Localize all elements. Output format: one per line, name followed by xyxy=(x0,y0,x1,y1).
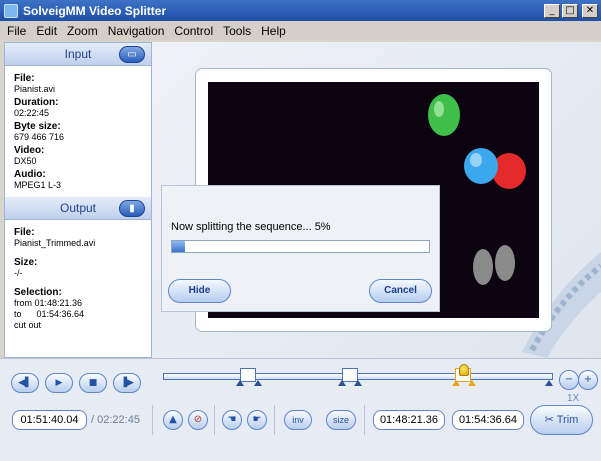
divider xyxy=(274,405,275,435)
menu-bar: File Edit Zoom Navigation Control Tools … xyxy=(0,21,601,40)
output-file-value: Pianist_Trimmed.avi xyxy=(14,238,96,248)
marker-end-time[interactable]: 01:54:36.64 xyxy=(452,410,524,430)
next-frame-button[interactable]: ▐▶ xyxy=(113,373,141,393)
audio-value: MPEG1 L-3 xyxy=(14,180,62,190)
current-time: 01:51:40.04 xyxy=(12,410,87,430)
timeline-track[interactable] xyxy=(163,373,553,380)
menu-file[interactable]: File xyxy=(2,24,31,38)
byte-size-label: Byte size: xyxy=(14,121,61,132)
input-info: File: Pianist.avi Duration: 02:22:45 Byt… xyxy=(5,66,151,197)
duration-value: 02:22:45 xyxy=(14,108,50,118)
open-folder-icon[interactable]: ▭ xyxy=(119,46,145,63)
trim-label: Trim xyxy=(556,414,579,426)
menu-tools[interactable]: Tools xyxy=(218,24,256,38)
selection-mode: cut out xyxy=(14,320,42,330)
set-marker-icon[interactable]: ▲ xyxy=(163,410,183,430)
video-value: DX50 xyxy=(14,156,37,166)
trim-button[interactable]: ✂ Trim xyxy=(530,405,593,435)
select-left-icon[interactable]: ☚ xyxy=(222,410,242,430)
cancel-button[interactable]: Cancel xyxy=(369,279,432,303)
video-label: Video: xyxy=(14,145,45,156)
prev-frame-button[interactable]: ◀▌ xyxy=(11,373,39,393)
output-header-label: Output xyxy=(59,201,97,215)
file-value: Pianist.avi xyxy=(14,84,56,94)
progress-fill xyxy=(172,241,185,252)
menu-navigation[interactable]: Navigation xyxy=(103,24,170,38)
byte-size-value: 679 466 716 xyxy=(14,132,65,142)
size-value: -/- xyxy=(14,268,23,278)
selection-start-tick xyxy=(452,380,460,386)
select-right-icon[interactable]: ☛ xyxy=(247,410,267,430)
splitting-progress-dialog: Now splitting the sequence... 5% Hide Ca… xyxy=(161,185,440,312)
selection-label: Selection: xyxy=(14,287,62,298)
zoom-out-button[interactable]: − xyxy=(559,370,579,390)
output-info: File: Pianist_Trimmed.avi Size: -/- Sele… xyxy=(5,220,151,337)
title-bar: SolveigMM Video Splitter _ □ ✕ xyxy=(0,0,601,21)
size-label: Size: xyxy=(14,257,38,268)
output-header: Output ▮ xyxy=(5,197,151,220)
marker-start-time[interactable]: 01:48:21.36 xyxy=(373,410,445,430)
total-time: / 02:22:45 xyxy=(91,414,140,426)
scissors-icon: ✂ xyxy=(544,414,554,426)
playhead-cursor[interactable] xyxy=(459,364,469,376)
close-button[interactable]: ✕ xyxy=(582,3,598,18)
menu-zoom[interactable]: Zoom xyxy=(62,24,103,38)
timeline-tick xyxy=(236,380,244,386)
timeline-tick xyxy=(338,380,346,386)
progress-bar xyxy=(171,240,430,253)
info-panel: Input ▭ File: Pianist.avi Duration: 02:2… xyxy=(4,42,152,358)
audio-label: Audio: xyxy=(14,169,46,180)
timeline-tick xyxy=(354,380,362,386)
duration-label: Duration: xyxy=(14,97,59,108)
selection-end-tick xyxy=(468,380,476,386)
save-disk-icon[interactable]: ▮ xyxy=(119,200,145,217)
menu-edit[interactable]: Edit xyxy=(31,24,62,38)
input-header: Input ▭ xyxy=(5,43,151,66)
window-title: SolveigMM Video Splitter xyxy=(23,3,167,18)
menu-help[interactable]: Help xyxy=(256,24,291,38)
zoom-level: 1X xyxy=(567,393,580,404)
app-icon xyxy=(4,3,18,18)
file-label: File: xyxy=(14,73,35,84)
stop-button[interactable]: ■ xyxy=(79,373,107,393)
size-button[interactable]: size xyxy=(326,410,356,430)
divider xyxy=(214,405,215,435)
output-file-label: File: xyxy=(14,227,35,238)
divider xyxy=(152,405,153,435)
selection-from: from 01:48:21.36 xyxy=(14,298,83,308)
divider xyxy=(364,405,365,435)
hide-button[interactable]: Hide xyxy=(168,279,231,303)
minimize-button[interactable]: _ xyxy=(544,3,560,18)
menu-control[interactable]: Control xyxy=(169,24,218,38)
selection-to: to 01:54:36.64 xyxy=(14,309,85,319)
control-bar: ◀▌ ▶ ■ ▐▶ 01:51:40.04 / 02:22:45 − + 1X … xyxy=(0,358,601,461)
remove-marker-icon[interactable]: ⊘ xyxy=(188,410,208,430)
zoom-in-button[interactable]: + xyxy=(578,370,598,390)
maximize-button[interactable]: □ xyxy=(562,3,578,18)
timeline-tick xyxy=(254,380,262,386)
invert-button[interactable]: inv xyxy=(284,410,312,430)
play-button[interactable]: ▶ xyxy=(45,373,73,393)
input-header-label: Input xyxy=(64,47,92,61)
timeline-end-tick xyxy=(545,380,553,386)
progress-message: Now splitting the sequence... 5% xyxy=(171,221,331,233)
